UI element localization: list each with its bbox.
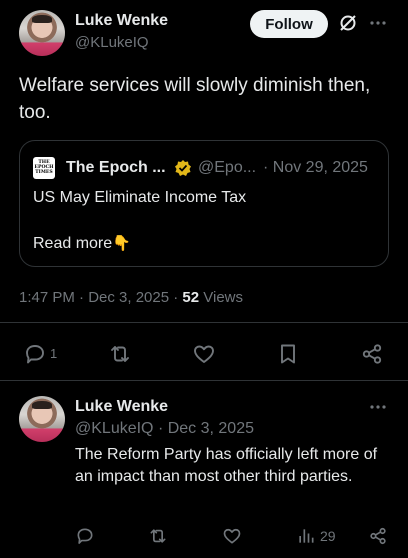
- share-icon[interactable]: [360, 342, 384, 366]
- author-handle[interactable]: @KLukeIQ: [75, 34, 149, 51]
- reply-like-icon[interactable]: [222, 526, 242, 546]
- more-icon[interactable]: [369, 20, 387, 26]
- quoted-handle: @Epo...: [198, 159, 257, 176]
- views-icon[interactable]: [296, 526, 316, 546]
- reply-author-name[interactable]: Luke Wenke: [75, 398, 168, 416]
- follow-button-label: Follow: [265, 15, 313, 33]
- epoch-times-logo: THE EPOCH TIMES: [33, 157, 55, 179]
- reply-more-icon[interactable]: [369, 404, 387, 410]
- reply-views-count: 29: [320, 528, 336, 544]
- tweet-timestamp[interactable]: 1:47 PM · Dec 3, 2025 ·: [19, 289, 182, 306]
- reply-handle-date[interactable]: @KLukeIQ · Dec 3, 2025: [75, 420, 254, 438]
- quoted-author-name: The Epoch ...: [66, 159, 166, 176]
- follow-button[interactable]: Follow: [250, 10, 328, 38]
- views-count: 52: [182, 289, 200, 306]
- author-name[interactable]: Luke Wenke: [75, 12, 168, 30]
- pointing-down-emoji: 👇: [112, 235, 131, 252]
- retweet-icon[interactable]: [108, 342, 132, 366]
- reply-count: 1: [50, 346, 58, 361]
- avatar[interactable]: [19, 10, 65, 56]
- bookmark-icon[interactable]: [276, 342, 300, 366]
- reply-retweet-icon[interactable]: [148, 526, 168, 546]
- action-bar-top-divider: [0, 322, 408, 323]
- reply-icon[interactable]: [23, 342, 47, 366]
- read-more-link[interactable]: Read more👇: [33, 234, 131, 253]
- quoted-title: US May Eliminate Income Tax: [33, 189, 247, 206]
- reply-share-icon[interactable]: [368, 526, 388, 546]
- quoted-tweet-card[interactable]: THE EPOCH TIMES The Epoch ... @Epo... · …: [19, 140, 389, 267]
- like-icon[interactable]: [192, 342, 216, 366]
- quoted-date: · Nov 29, 2025: [263, 159, 368, 176]
- reply-reply-icon[interactable]: [75, 526, 95, 546]
- read-more-label: Read more: [33, 235, 113, 252]
- grok-icon[interactable]: [338, 13, 358, 33]
- verified-badge-icon: [174, 159, 192, 177]
- reply-avatar[interactable]: [19, 396, 65, 442]
- views-label: Views: [199, 289, 244, 306]
- tweet-text: Welfare services will slowly diminish th…: [19, 75, 371, 123]
- action-bar-bottom-divider: [0, 380, 408, 381]
- tweet-metadata: 1:47 PM · Dec 3, 2025 · 52 Views: [19, 289, 243, 306]
- reply-text: The Reform Party has officially left mor…: [75, 446, 378, 485]
